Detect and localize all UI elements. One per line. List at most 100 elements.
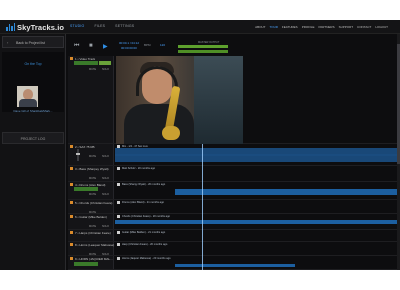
avatar[interactable] bbox=[17, 86, 38, 107]
track-lane[interactable]: Bass (Sharpy Wyatt) - 20 months ago bbox=[115, 182, 400, 199]
clip-label: Harp (Christian Feare) - 20 months ago bbox=[117, 243, 167, 246]
clip-label: Matt Scholz - 20 months ago bbox=[117, 167, 155, 170]
rnav-logout[interactable]: LOGOUT bbox=[375, 25, 388, 29]
track-color-swatch bbox=[70, 243, 73, 246]
track-header[interactable]: 5 • Chords (Christian Feare) MUTE bbox=[68, 200, 114, 214]
master-output-label: MASTER OUTPUT bbox=[198, 41, 220, 44]
track-header[interactable]: 4 • Drums (Alex Bland) MUTE SOLO bbox=[68, 182, 114, 199]
track-lane[interactable]: Mix - 1/4 - 47 Sec Live bbox=[115, 144, 400, 165]
top-bar: SkyTracks.io STUDIO FILES SETTINGS ABOUT… bbox=[0, 20, 400, 34]
logo-text: SkyTracks.io bbox=[17, 22, 65, 32]
rnav-support[interactable]: SUPPORT bbox=[339, 25, 353, 29]
master-meter-right bbox=[178, 50, 228, 53]
logo-bars-icon bbox=[6, 23, 15, 31]
bpm-label: BPM bbox=[144, 43, 151, 47]
mute-button[interactable]: MUTE bbox=[89, 177, 96, 180]
track-color-swatch bbox=[70, 183, 73, 186]
track-header[interactable]: 6 • Guitar (Mike Belden) MUTE SOLO bbox=[68, 214, 114, 229]
track-row: 7 • Harps (Christian Feare) Guitar (Mike… bbox=[68, 230, 400, 242]
solo-button[interactable]: SOLO bbox=[102, 193, 109, 196]
track-header[interactable]: 1 • Video Track MUTE SOLO bbox=[68, 56, 114, 143]
app-frame: SkyTracks.io STUDIO FILES SETTINGS ABOUT… bbox=[0, 20, 400, 270]
clip-label: Bass (Sharpy Wyatt) - 20 months ago bbox=[117, 183, 165, 186]
transport-bar: ⏮ ■ ▶ 00:00.1 / 04:12 00:00:00:00 BPM 12… bbox=[70, 40, 190, 54]
mute-button[interactable]: MUTE bbox=[89, 68, 96, 71]
track-row: 2 • SAX 75 RB MUTE SOLO Mix - 1/4 - 47 S… bbox=[68, 144, 400, 166]
rnav-about[interactable]: ABOUT bbox=[255, 25, 265, 29]
solo-button[interactable]: SOLO bbox=[102, 177, 109, 180]
clip-icon bbox=[117, 231, 120, 234]
play-icon[interactable]: ▶ bbox=[103, 43, 108, 50]
clip-label: Mix - 1/4 - 47 Sec Live bbox=[117, 145, 148, 148]
track-row: 5 • Chords (Christian Feare) MUTE Drums … bbox=[68, 200, 400, 214]
main-nav: STUDIO FILES SETTINGS bbox=[70, 24, 134, 28]
bpm-value[interactable]: 120 bbox=[160, 43, 165, 47]
clip-label: Horns (Jaquier Mabusse) - 20 months ago bbox=[117, 257, 171, 260]
time-display: 00:00.1 / 04:12 bbox=[119, 41, 140, 45]
track-color-swatch bbox=[70, 231, 73, 234]
track-color-swatch bbox=[70, 257, 73, 260]
clip-icon bbox=[117, 243, 120, 246]
mute-button[interactable]: MUTE bbox=[89, 193, 96, 196]
track-lane[interactable]: Harp (Christian Feare) - 20 months ago bbox=[115, 242, 400, 255]
track-level-meter bbox=[74, 187, 98, 191]
rnav-profile[interactable]: PROFILE bbox=[302, 25, 315, 29]
track-header[interactable]: 2 • SAX 75 RB MUTE SOLO bbox=[68, 144, 114, 165]
track-row: 3 • Bass (Sharpey Wyatt) MUTE SOLO Matt … bbox=[68, 166, 400, 182]
playhead[interactable] bbox=[202, 144, 203, 270]
video-preview[interactable] bbox=[116, 56, 243, 144]
stop-icon[interactable]: ■ bbox=[89, 43, 93, 49]
project-log-tab[interactable]: PROJECT LOG bbox=[2, 132, 64, 144]
track-header[interactable]: 8 • Horns (Leaquer Mabusse) MUTE SOLO bbox=[68, 242, 115, 256]
solo-button[interactable]: SOLO bbox=[102, 68, 109, 71]
track-pan[interactable] bbox=[99, 61, 111, 65]
clip-icon bbox=[117, 215, 120, 218]
timecode-display: 00:00:00:00 bbox=[121, 46, 137, 50]
waveform bbox=[115, 148, 400, 162]
track-header[interactable]: 7 • Harps (Christian Feare) bbox=[68, 230, 114, 241]
solo-button[interactable]: SOLO bbox=[102, 225, 109, 228]
nav-settings[interactable]: SETTINGS bbox=[115, 24, 134, 28]
track-color-swatch bbox=[70, 57, 73, 60]
rnav-tour[interactable]: TOUR bbox=[269, 25, 277, 29]
track-lane[interactable]: Chords (Christian Feare) - 20 months ago bbox=[115, 214, 400, 229]
track-lane[interactable]: Guitar (Mike Belden) - 21 months ago bbox=[115, 230, 400, 241]
solo-button[interactable]: SOLO bbox=[102, 155, 109, 158]
nav-files[interactable]: FILES bbox=[94, 24, 105, 28]
track-color-swatch bbox=[70, 167, 73, 170]
nav-studio[interactable]: STUDIO bbox=[70, 24, 84, 28]
rnav-features[interactable]: FEATURES bbox=[282, 25, 298, 29]
mute-button[interactable]: MUTE bbox=[89, 225, 96, 228]
track-row: 8 • Horns (Leaquer Mabusse) MUTE SOLO Ha… bbox=[68, 242, 400, 256]
mute-button[interactable]: MUTE bbox=[89, 155, 96, 158]
track-lane[interactable]: Matt Scholz - 20 months ago bbox=[115, 166, 400, 181]
rnav-contact[interactable]: CONTACT bbox=[357, 25, 371, 29]
back-label: Back to Project list bbox=[16, 40, 45, 45]
track-lane[interactable]: Drums (Alex Bland) - 21 months ago bbox=[115, 200, 400, 213]
track-row: 6 • Guitar (Mike Belden) MUTE SOLO Chord… bbox=[68, 214, 400, 230]
track-name: 8 • Horns (Leaquer Mabusse) bbox=[75, 242, 115, 247]
volume-slider[interactable] bbox=[77, 149, 79, 161]
track-row: 9 • HORN (JAQUIER MAL... Horns (Jaquier … bbox=[68, 256, 400, 270]
clip-icon bbox=[117, 201, 120, 204]
track-header[interactable]: 9 • HORN (JAQUIER MAL... bbox=[68, 256, 114, 269]
artist-name[interactable]: On the Top bbox=[2, 62, 64, 66]
rewind-icon[interactable]: ⏮ bbox=[74, 43, 79, 50]
rnav-partners[interactable]: PARTNERS bbox=[319, 25, 335, 29]
master-meter-left bbox=[178, 45, 228, 48]
left-sidebar: ‹ Back to Project list On the Top Dave G… bbox=[0, 34, 66, 270]
app-logo[interactable]: SkyTracks.io bbox=[6, 22, 64, 32]
artist-subtitle[interactable]: Dave Gill of Sharkbait/Mark... bbox=[2, 109, 64, 113]
track-header[interactable]: 3 • Bass (Sharpey Wyatt) MUTE SOLO bbox=[68, 166, 114, 181]
back-to-projects-button[interactable]: ‹ Back to Project list bbox=[2, 36, 64, 48]
track-name: 2 • SAX 75 RB bbox=[75, 144, 95, 149]
volume-knob[interactable] bbox=[76, 153, 80, 155]
track-name: 1 • Video Track bbox=[75, 56, 96, 61]
track-lane[interactable]: Horns (Jaquier Mabusse) - 20 months ago bbox=[115, 256, 400, 269]
track-name: 3 • Bass (Sharpey Wyatt) bbox=[75, 166, 109, 171]
track-level-meter bbox=[74, 61, 98, 65]
clip-icon bbox=[117, 167, 120, 170]
artist-card: On the Top Dave Gill of Sharkbait/Mark..… bbox=[2, 52, 64, 113]
right-nav: ABOUT TOUR FEATURES PROFILE PARTNERS SUP… bbox=[255, 25, 388, 29]
clip-icon bbox=[117, 183, 120, 186]
